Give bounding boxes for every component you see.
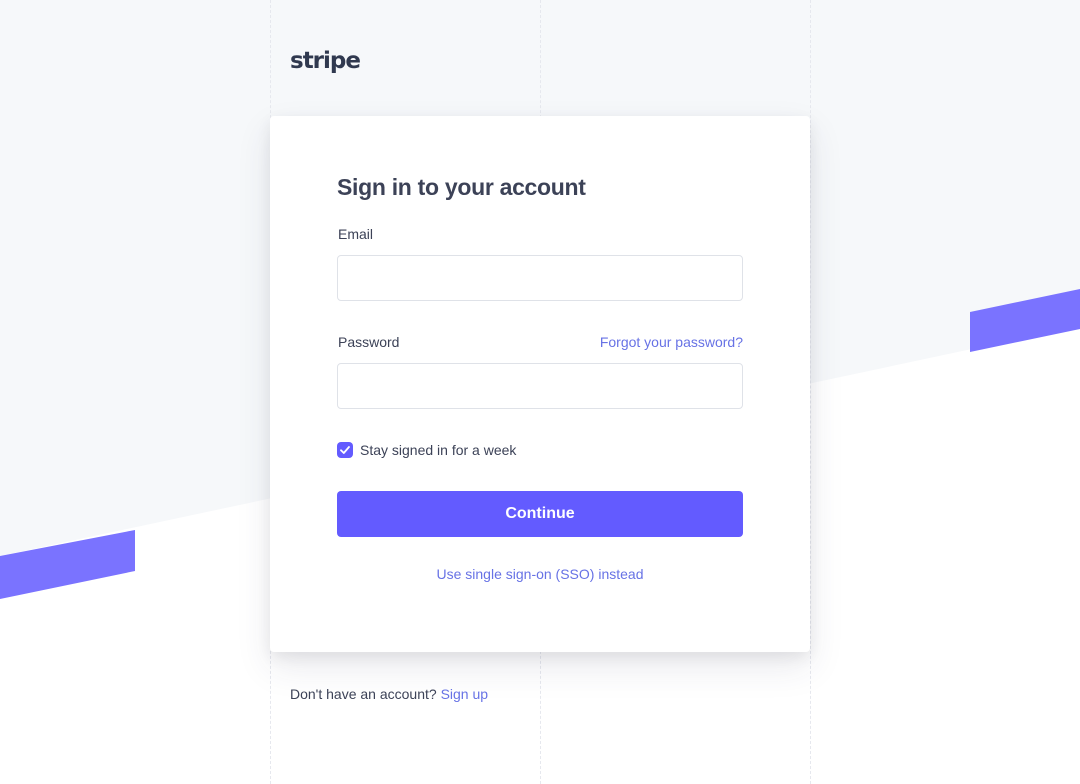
signup-prompt-text: Don't have an account? — [290, 686, 437, 702]
remember-me: Stay signed in for a week — [337, 442, 516, 458]
page-title: Sign in to your account — [337, 174, 586, 200]
remember-checkbox[interactable] — [337, 442, 353, 458]
continue-button[interactable]: Continue — [337, 491, 743, 537]
password-label: Password — [338, 334, 400, 350]
right-stripe — [970, 289, 1080, 352]
sso-link[interactable]: Use single sign-on (SSO) instead — [437, 566, 644, 582]
password-field[interactable] — [337, 363, 743, 409]
remember-label[interactable]: Stay signed in for a week — [360, 442, 516, 458]
stripe-logo[interactable]: stripe — [290, 48, 361, 74]
email-label: Email — [338, 226, 374, 242]
left-stripe — [0, 530, 135, 599]
sign-in-card: Sign in to your account Email Password F… — [270, 116, 810, 652]
forgot-password-link[interactable]: Forgot your password? — [600, 334, 743, 350]
email-field[interactable] — [337, 255, 743, 301]
signup-prompt: Don't have an account? Sign up — [290, 686, 488, 702]
sso-row: Use single sign-on (SSO) instead — [337, 566, 743, 582]
sign-up-link[interactable]: Sign up — [441, 686, 488, 702]
check-icon — [340, 446, 350, 454]
